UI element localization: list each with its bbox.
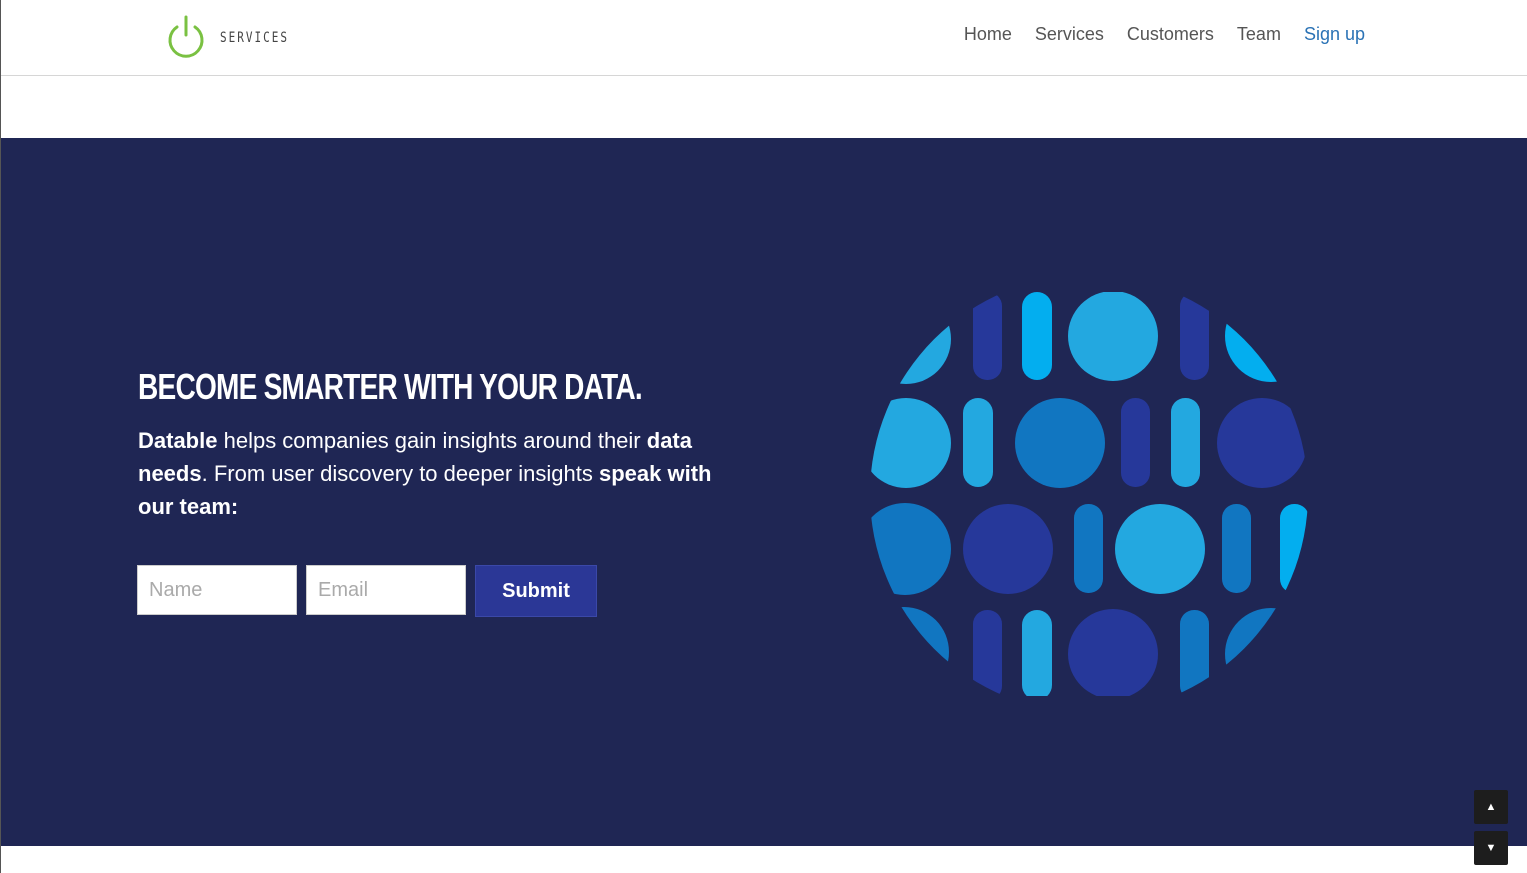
lead-text-1: helps companies gain insights around the… [217, 428, 647, 453]
email-input[interactable] [306, 565, 466, 615]
globe-shape [1280, 504, 1308, 593]
globe-shape [973, 610, 1002, 696]
scroll-up-button[interactable]: ▲ [1474, 790, 1508, 824]
globe-shape [1068, 292, 1158, 381]
lead-text-2: . From user discovery to deeper insights [201, 461, 599, 486]
power-icon [168, 15, 204, 58]
globe-shape [973, 292, 1002, 380]
globe-shape [1121, 398, 1150, 487]
site-header: SERVICES Home Services Customers Team Si… [1, 0, 1527, 76]
globe-shape [1022, 610, 1052, 696]
nav-home[interactable]: Home [964, 24, 1012, 45]
globe-shape [870, 398, 951, 488]
logo[interactable]: SERVICES [166, 15, 289, 59]
globe-shape [1074, 504, 1103, 593]
arrow-up-icon: ▲ [1485, 801, 1497, 813]
submit-button[interactable]: Submit [475, 565, 597, 617]
globe-shape [1180, 610, 1209, 696]
nav-services[interactable]: Services [1035, 24, 1104, 45]
brand-name: Datable [138, 428, 218, 453]
globe-shape [1171, 398, 1200, 487]
globe-shape [1225, 292, 1308, 382]
scroll-down-button[interactable]: ▼ [1474, 831, 1508, 865]
hero-section: BECOME SMARTER WITH YOUR DATA. Datable h… [1, 138, 1527, 846]
main-nav: Home Services Customers Team Sign up [964, 24, 1365, 45]
globe-shape [870, 503, 951, 595]
nav-team[interactable]: Team [1237, 24, 1281, 45]
globe-shape [1015, 398, 1105, 488]
logo-text: SERVICES [220, 28, 289, 46]
data-globe-illustration [870, 292, 1308, 696]
hero-headline: BECOME SMARTER WITH YOUR DATA. [138, 366, 643, 407]
nav-customers[interactable]: Customers [1127, 24, 1214, 45]
globe-shape [1022, 292, 1052, 380]
signup-form: Submit [137, 565, 597, 617]
globe-shape [1225, 608, 1308, 696]
hero-lead: Datable helps companies gain insights ar… [138, 424, 738, 523]
globe-shape [1180, 292, 1209, 380]
globe-shape [870, 607, 949, 696]
globe-shape [1217, 398, 1307, 488]
nav-sign-up[interactable]: Sign up [1304, 24, 1365, 45]
globe-shape [963, 504, 1053, 594]
globe-shape [1222, 504, 1251, 593]
name-input[interactable] [137, 565, 297, 615]
globe-shape [1068, 609, 1158, 696]
globe-shape [963, 398, 993, 487]
arrow-down-icon: ▼ [1485, 842, 1497, 854]
globe-shape [870, 294, 951, 384]
globe-shape [1115, 504, 1205, 594]
